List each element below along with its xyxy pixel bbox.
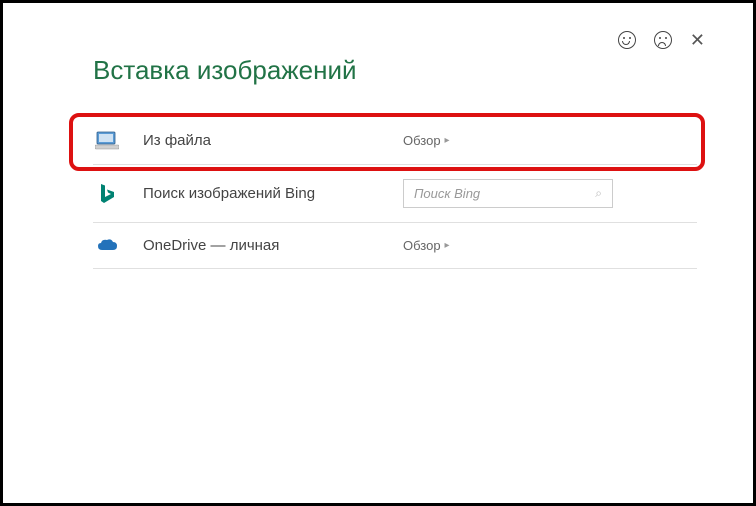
close-button[interactable]: ✕ — [690, 31, 705, 49]
bing-search-input[interactable]: Поиск Bing ⌕ — [403, 179, 613, 208]
computer-icon — [93, 130, 121, 150]
from-file-option[interactable]: Из файла Обзор ▸ — [93, 116, 697, 165]
bing-search-option[interactable]: Поиск изображений Bing Поиск Bing ⌕ — [93, 165, 697, 223]
bing-icon — [93, 183, 121, 205]
chevron-right-icon: ▸ — [445, 240, 450, 251]
onedrive-label: OneDrive — личная — [143, 237, 403, 254]
onedrive-browse[interactable]: Обзор ▸ — [403, 238, 450, 253]
chevron-right-icon: ▸ — [445, 135, 450, 146]
onedrive-option[interactable]: OneDrive — личная Обзор ▸ — [93, 223, 697, 269]
search-icon: ⌕ — [595, 186, 602, 201]
from-file-browse[interactable]: Обзор ▸ — [403, 133, 450, 148]
onedrive-icon — [93, 238, 121, 254]
feedback-frown-icon[interactable] — [654, 31, 672, 49]
dialog-title: Вставка изображений — [93, 55, 705, 86]
insert-pictures-dialog: ✕ Вставка изображений Из файла Обзор ▸ П… — [3, 3, 753, 503]
search-placeholder: Поиск Bing — [414, 186, 480, 201]
bing-search-label: Поиск изображений Bing — [143, 185, 403, 202]
from-file-label: Из файла — [143, 132, 403, 149]
feedback-smile-icon[interactable] — [618, 31, 636, 49]
titlebar-controls: ✕ — [618, 31, 705, 49]
